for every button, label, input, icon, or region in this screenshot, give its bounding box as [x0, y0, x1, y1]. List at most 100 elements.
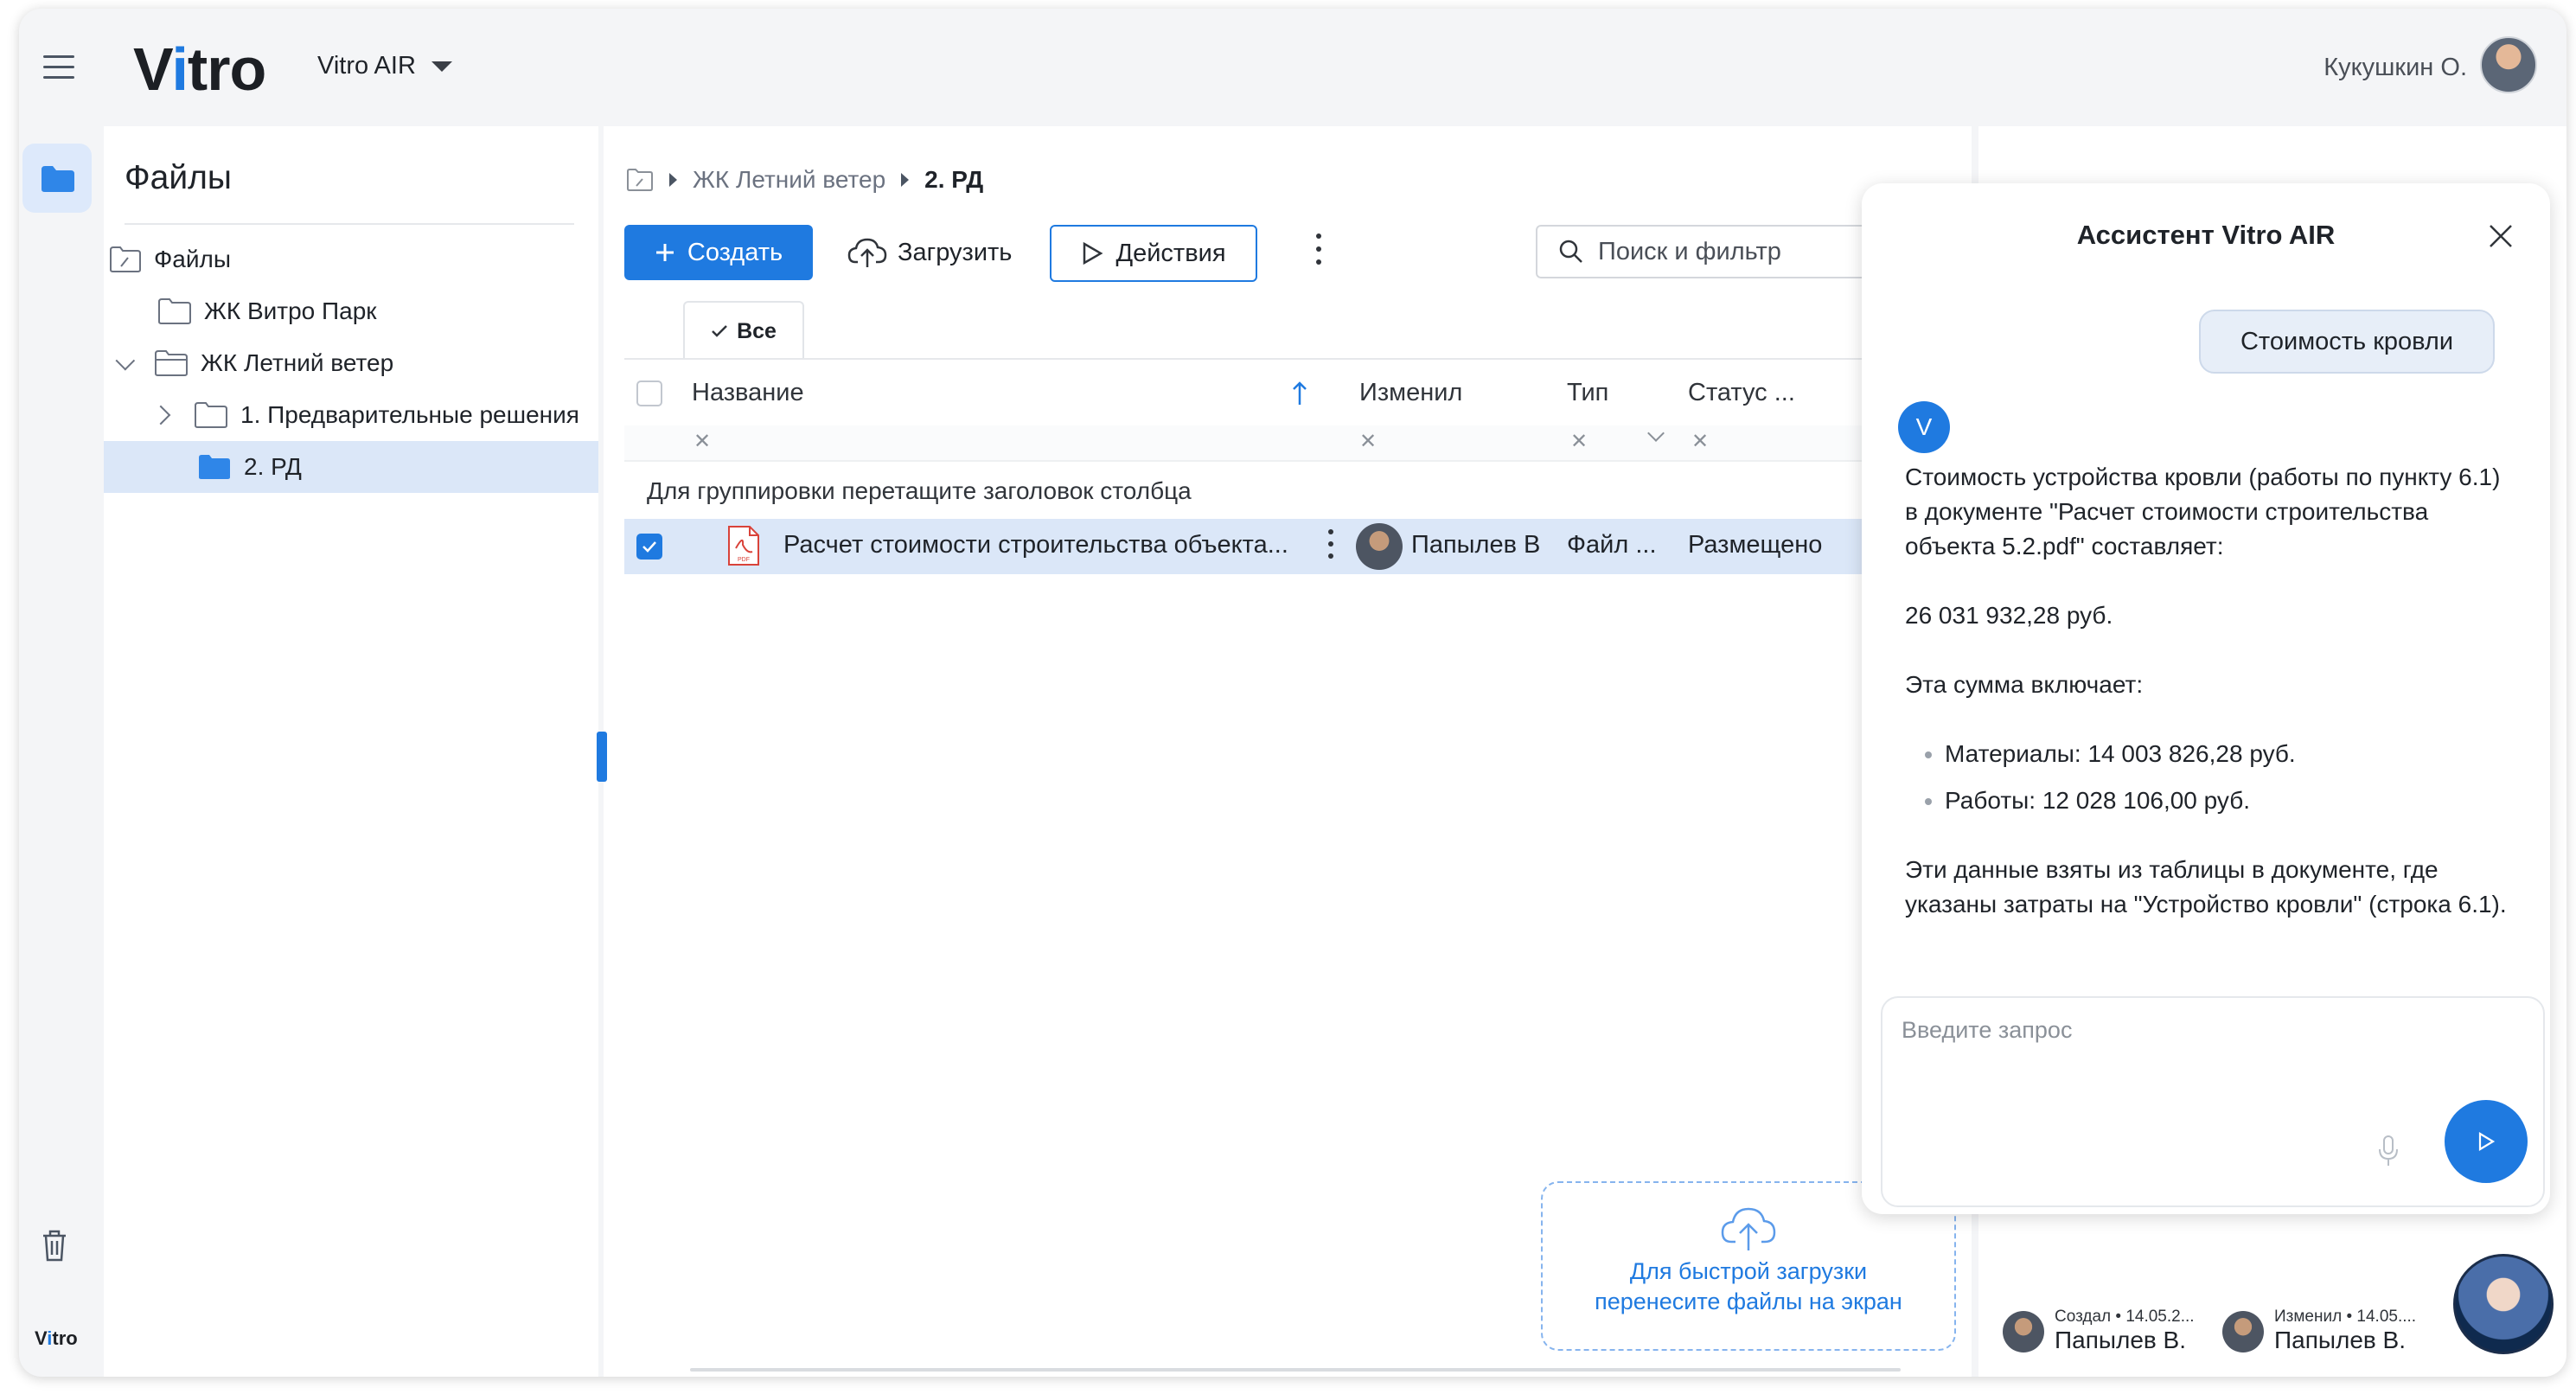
cloud-upload-icon [1721, 1207, 1776, 1250]
actions-button[interactable]: Действия [1050, 225, 1257, 282]
clear-filter-icon[interactable]: ✕ [1691, 429, 1709, 454]
tree-title: Файлы [125, 159, 232, 196]
app-window: Vitro Vitro AIR Кукушкин О. Vitro Файлы … [19, 9, 2566, 1377]
tab-all[interactable]: Все [683, 301, 804, 360]
grid-filter-row: ✕ ✕ ✕ ✕ [624, 425, 1973, 462]
search-filter-input[interactable]: Поиск и фильтр [1536, 225, 1899, 278]
column-name[interactable]: Название [692, 379, 804, 407]
created-by: Папылев В. [2055, 1327, 2187, 1353]
chevron-right-icon[interactable] [150, 405, 171, 425]
row-changed-by: Папылев В [1411, 531, 1541, 559]
root-folder-icon[interactable] [626, 168, 654, 192]
project-selector-label: Vitro AIR [317, 52, 416, 80]
answer-item-works: Работы: 12 028 106,00 руб. [1945, 783, 2510, 818]
divider [125, 223, 574, 225]
tree-item-label: ЖК Летний ветер [201, 349, 394, 376]
close-icon[interactable] [2486, 221, 2515, 251]
created-info: Создал • 14.05.2... Папылев В. [2003, 1308, 2195, 1354]
group-by-hint: Для группировки перетащите заголовок сто… [647, 477, 1192, 504]
plus-icon [655, 244, 674, 261]
answer-item-materials: Материалы: 14 003 826,28 руб. [1945, 737, 2510, 771]
folder-icon [199, 455, 230, 479]
search-icon [1559, 240, 1582, 263]
column-changed[interactable]: Изменил [1359, 379, 1462, 407]
upload-button[interactable]: Загрузить [847, 225, 1012, 280]
pdf-file-icon: PDF [728, 526, 759, 566]
tree-item-rd[interactable]: 2. РД [104, 441, 598, 493]
assistant-answer: Стоимость устройства кровли (работы по п… [1905, 460, 2510, 956]
assistant-launcher-avatar[interactable] [2453, 1254, 2554, 1354]
breadcrumb-separator-icon [669, 173, 677, 187]
select-all-checkbox[interactable] [636, 380, 662, 406]
clear-filter-icon[interactable]: ✕ [1359, 429, 1377, 454]
row-type: Файл ... [1567, 531, 1657, 559]
panel-resize-handle[interactable] [597, 732, 607, 782]
changed-date: 14.05.... [2356, 1308, 2417, 1326]
answer-includes: Эта сумма включает: [1905, 671, 2144, 698]
tree-item-vitro-park[interactable]: ЖК Витро Парк [104, 285, 598, 337]
folder-open-icon [155, 350, 188, 376]
upload-button-label: Загрузить [898, 238, 1013, 266]
folder-tree-panel: Файлы Файлы ЖК Витро Парк ЖК Летний вете… [104, 126, 598, 1377]
avatar [2003, 1311, 2044, 1352]
rail-logo: Vitro [35, 1327, 78, 1349]
column-type[interactable]: Тип [1567, 379, 1608, 407]
clear-filter-icon[interactable]: ✕ [1570, 429, 1588, 454]
answer-source: Эти данные взяты из таблицы в документе,… [1905, 856, 2507, 918]
changed-info: Изменил • 14.05.... Папылев В. [2222, 1308, 2416, 1354]
assistant-avatar: V [1898, 401, 1950, 453]
files-panel: ЖК Летний ветер 2. РД Создать Загрузить … [597, 126, 1973, 1377]
folder-icon [42, 166, 74, 192]
row-checkbox[interactable] [636, 534, 662, 560]
chevron-down-icon[interactable] [115, 350, 136, 371]
answer-intro: Стоимость устройства кровли (работы по п… [1905, 464, 2501, 560]
assistant-panel: Ассистент Vitro AIR Стоимость кровли V С… [1862, 183, 2550, 1214]
user-name[interactable]: Кукушкин О. [2324, 54, 2467, 82]
user-avatar[interactable] [2480, 36, 2537, 93]
tree-item-label: Файлы [154, 246, 231, 272]
trash-icon[interactable] [40, 1228, 69, 1263]
row-more-icon[interactable] [1326, 529, 1333, 564]
assistant-title: Ассистент Vitro AIR [2076, 220, 2336, 250]
folder-icon [195, 402, 227, 428]
avatar [2222, 1311, 2264, 1352]
sort-ascending-icon[interactable] [1292, 380, 1307, 406]
tree-item-letniy-veter[interactable]: ЖК Летний ветер [104, 337, 598, 389]
svg-text:PDF: PDF [738, 557, 750, 563]
microphone-icon[interactable] [2377, 1135, 2400, 1167]
check-icon [712, 325, 727, 337]
drop-zone-line2: перенесите файлы на экран [1595, 1288, 1902, 1314]
breadcrumb: ЖК Летний ветер 2. РД [626, 166, 983, 194]
tree-item-label: 2. РД [244, 453, 302, 480]
grid-header: Название Изменил Тип Статус ... [624, 358, 1973, 429]
answer-list: Материалы: 14 003 826,28 руб. Работы: 12… [1905, 737, 2510, 818]
play-icon [1083, 241, 1103, 265]
actions-button-label: Действия [1115, 239, 1226, 267]
create-button-label: Создать [687, 238, 783, 266]
row-name[interactable]: Расчет стоимости строительства объекта..… [783, 531, 1288, 560]
app-logo: Vitro [133, 35, 266, 103]
created-date: 14.05.2... [2125, 1308, 2195, 1326]
chevron-down-icon [431, 61, 452, 72]
row-status: Размещено [1688, 531, 1823, 559]
chevron-down-icon[interactable] [1647, 425, 1665, 442]
answer-total: 26 031 932,28 руб. [1905, 602, 2113, 629]
column-status[interactable]: Статус ... [1688, 379, 1795, 407]
tree-item-predvaritelnye[interactable]: 1. Предварительные решения [104, 389, 598, 441]
create-button[interactable]: Создать [624, 225, 813, 280]
breadcrumb-separator-icon [901, 173, 910, 187]
clear-filter-icon[interactable]: ✕ [694, 429, 711, 454]
breadcrumb-parent[interactable]: ЖК Летний ветер [693, 166, 885, 194]
more-options-icon[interactable] [1314, 233, 1323, 268]
search-placeholder: Поиск и фильтр [1598, 237, 1781, 265]
drop-zone-line1: Для быстрой загрузки [1629, 1258, 1868, 1284]
project-selector[interactable]: Vitro AIR [317, 52, 452, 80]
send-button[interactable] [2445, 1100, 2528, 1183]
send-icon [2478, 1132, 2496, 1151]
query-placeholder: Введите запрос [1902, 1017, 2073, 1043]
table-row[interactable]: PDF Расчет стоимости строительства объек… [624, 519, 1973, 574]
horizontal-scrollbar[interactable] [690, 1368, 1901, 1372]
query-input[interactable]: Введите запрос [1881, 996, 2545, 1207]
menu-icon[interactable] [43, 55, 74, 80]
tree-item-root[interactable]: Файлы [104, 233, 598, 285]
